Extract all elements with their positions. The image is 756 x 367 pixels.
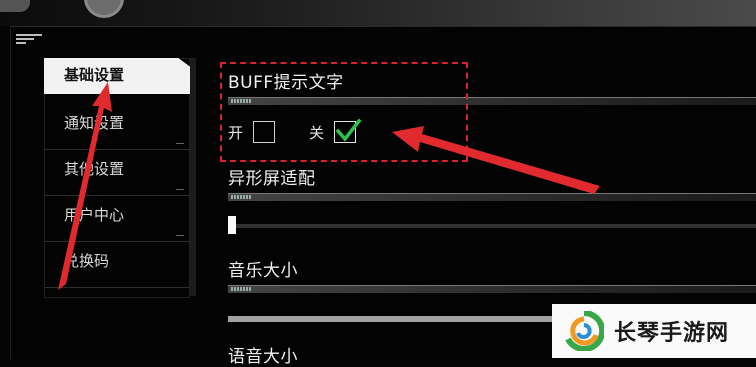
watermark-logo-icon bbox=[565, 311, 604, 351]
sidebar-arrow bbox=[58, 82, 112, 290]
checkbox-arrow bbox=[392, 126, 600, 194]
watermark-text: 长琴手游网 bbox=[614, 321, 730, 346]
watermark: 长琴手游网 bbox=[552, 304, 756, 358]
